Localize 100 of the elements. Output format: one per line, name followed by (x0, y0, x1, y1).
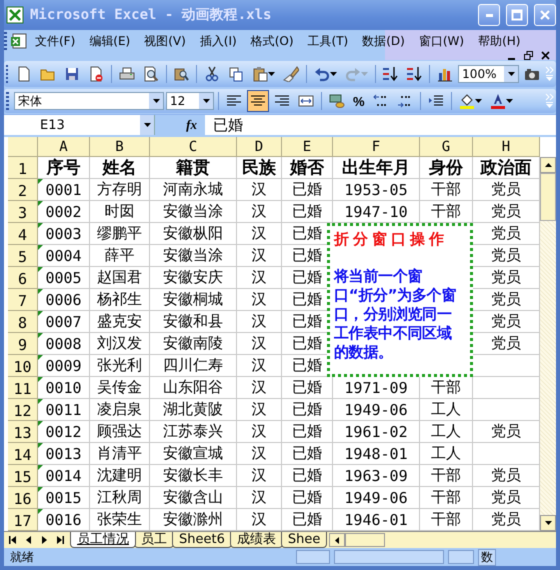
table-cell: 汉 (237, 311, 282, 333)
maximize-button[interactable] (506, 4, 528, 26)
close-icon[interactable] (541, 50, 550, 60)
table-cell: 薛平 (90, 245, 150, 267)
scrollbar-thumb[interactable] (345, 533, 386, 547)
row-header[interactable]: 5 (8, 245, 38, 267)
left-arrow-icon (335, 536, 340, 544)
caret-icon[interactable] (202, 99, 210, 103)
row-header[interactable]: 6 (8, 267, 38, 289)
caret-icon[interactable] (508, 72, 515, 76)
table-cell: 0006 (38, 289, 90, 311)
menu-item[interactable]: 帮助(H) (471, 32, 528, 50)
caret-icon[interactable] (506, 99, 513, 103)
row-header[interactable]: 2 (8, 179, 38, 201)
restore-icon[interactable] (524, 50, 533, 60)
menu-item[interactable]: 数据(D) (355, 32, 412, 50)
column-header[interactable]: B (90, 137, 150, 157)
row-header[interactable]: 17 (8, 509, 38, 531)
row-header[interactable]: 11 (8, 377, 38, 399)
table-cell: 汉 (237, 377, 282, 399)
sheet-tab[interactable]: 员工情况 (70, 532, 136, 548)
caret-icon[interactable] (330, 72, 337, 76)
minimize-icon (486, 14, 492, 16)
table-cell: 安徽含山 (150, 487, 237, 509)
font-size-dropdown[interactable]: 12 (166, 92, 214, 110)
table-cell: 0007 (38, 311, 90, 333)
sheet-tab[interactable]: Shee (280, 532, 328, 548)
caret-icon[interactable] (152, 99, 160, 103)
row-header[interactable]: 8 (8, 311, 38, 333)
table-cell: 1949-06 (333, 399, 420, 421)
row-header[interactable]: 1 (8, 157, 38, 179)
decrease-decimal-icon (396, 93, 413, 109)
table-cell: 0015 (38, 487, 90, 509)
sheet-tab[interactable]: 员工 (134, 532, 174, 548)
scroll-down-button[interactable] (540, 515, 556, 531)
menu-item[interactable]: 插入(I) (192, 32, 244, 50)
menu-item[interactable]: 编辑(E) (82, 32, 138, 50)
table-cell: 汉 (237, 223, 282, 245)
table-cell: 0010 (38, 377, 90, 399)
status-panel (296, 550, 330, 564)
close-icon (539, 9, 551, 21)
column-header[interactable]: H (473, 137, 540, 157)
formula-input[interactable]: 已婚 (205, 116, 243, 134)
column-header[interactable]: A (38, 137, 90, 157)
maximize-icon (511, 9, 523, 21)
row-header[interactable]: 4 (8, 223, 38, 245)
minimize-button[interactable] (478, 4, 500, 26)
menu-item[interactable]: 视图(V) (137, 32, 193, 50)
column-header[interactable]: C (150, 137, 237, 157)
undo-icon (314, 66, 330, 82)
table-cell: 汉 (237, 465, 282, 487)
print-preview-icon (142, 66, 159, 82)
caret-icon[interactable] (544, 521, 552, 525)
insert-function-button[interactable]: fx (155, 115, 205, 135)
first-sheet-icon (8, 536, 16, 544)
column-header[interactable]: E (282, 137, 333, 157)
table-cell: 缪鹏平 (90, 223, 150, 245)
status-text: 就绪 (10, 548, 35, 566)
zoom-dropdown[interactable]: 100% (458, 65, 520, 83)
vertical-scrollbar[interactable] (540, 157, 556, 531)
status-indicator: 数 (478, 548, 496, 566)
scroll-up-button[interactable] (540, 157, 556, 173)
row-header[interactable]: 9 (8, 333, 38, 355)
column-header[interactable]: F (333, 137, 420, 157)
row-header[interactable]: 7 (8, 289, 38, 311)
workbook-icon[interactable] (10, 33, 28, 49)
row-header[interactable]: 12 (8, 399, 38, 421)
menu-item[interactable]: 文件(F) (28, 32, 82, 50)
menu-item[interactable]: 工具(T) (300, 32, 356, 50)
status-panel (448, 550, 474, 564)
menu-item[interactable]: 窗口(W) (412, 32, 472, 50)
table-cell: 安徽和县 (150, 311, 237, 333)
scroll-left-button[interactable] (329, 533, 346, 547)
row-header[interactable]: 10 (8, 355, 38, 377)
table-cell: 赵国君 (90, 267, 150, 289)
percent-button[interactable]: % (350, 90, 368, 112)
toolbar-grip[interactable] (6, 65, 8, 83)
row-header[interactable]: 14 (8, 443, 38, 465)
caret-icon[interactable] (268, 72, 276, 76)
toolbar-grip[interactable] (6, 92, 9, 110)
row-header[interactable]: 13 (8, 421, 38, 443)
table-cell: 0002 (38, 201, 90, 223)
row-header[interactable]: 3 (8, 201, 38, 223)
close-button[interactable] (534, 4, 556, 26)
sheet-tab[interactable]: 成绩表 (230, 532, 283, 548)
scrollbar-thumb[interactable] (540, 173, 556, 221)
caret-icon[interactable] (144, 123, 150, 127)
align-center-button[interactable] (247, 90, 269, 112)
caret-icon[interactable] (474, 99, 482, 103)
sheet-tab[interactable]: Sheet6 (172, 532, 232, 548)
toolbar-grip[interactable] (4, 32, 7, 50)
table-cell: 汉 (237, 487, 282, 509)
font-dropdown[interactable]: 宋体 (14, 92, 164, 110)
column-header[interactable]: D (237, 137, 282, 157)
table-cell: 顾强达 (90, 421, 150, 443)
row-header[interactable]: 15 (8, 465, 38, 487)
menu-item[interactable]: 格式(O) (244, 32, 301, 50)
font-color-icon (490, 93, 506, 109)
row-header[interactable]: 16 (8, 487, 38, 509)
column-header[interactable]: G (420, 137, 473, 157)
